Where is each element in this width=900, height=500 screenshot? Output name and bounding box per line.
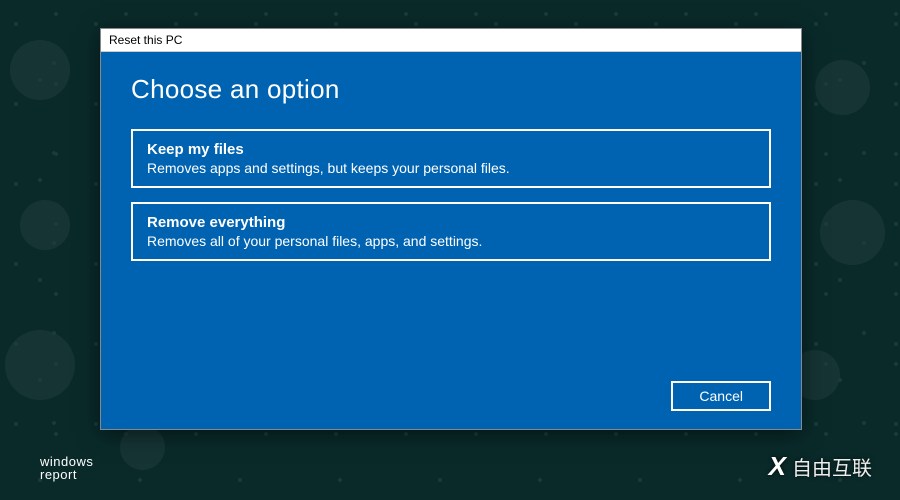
dialog-body: Choose an option Keep my files Removes a…: [101, 52, 801, 429]
cancel-button[interactable]: Cancel: [671, 381, 771, 411]
x-icon: X: [769, 451, 786, 482]
page-heading: Choose an option: [131, 74, 771, 105]
watermark-ziyouhulian: X 自由互联: [769, 451, 872, 482]
option-description: Removes apps and settings, but keeps you…: [147, 160, 755, 176]
reset-pc-dialog: Reset this PC Choose an option Keep my f…: [100, 28, 802, 430]
option-description: Removes all of your personal files, apps…: [147, 233, 755, 249]
dialog-title: Reset this PC: [109, 33, 182, 47]
dialog-titlebar: Reset this PC: [101, 29, 801, 52]
option-title: Keep my files: [147, 141, 755, 158]
watermark-windows-report: windows report: [40, 455, 93, 482]
option-title: Remove everything: [147, 214, 755, 231]
option-keep-my-files[interactable]: Keep my files Removes apps and settings,…: [131, 129, 771, 188]
dialog-footer: Cancel: [131, 375, 771, 411]
option-remove-everything[interactable]: Remove everything Removes all of your pe…: [131, 202, 771, 261]
